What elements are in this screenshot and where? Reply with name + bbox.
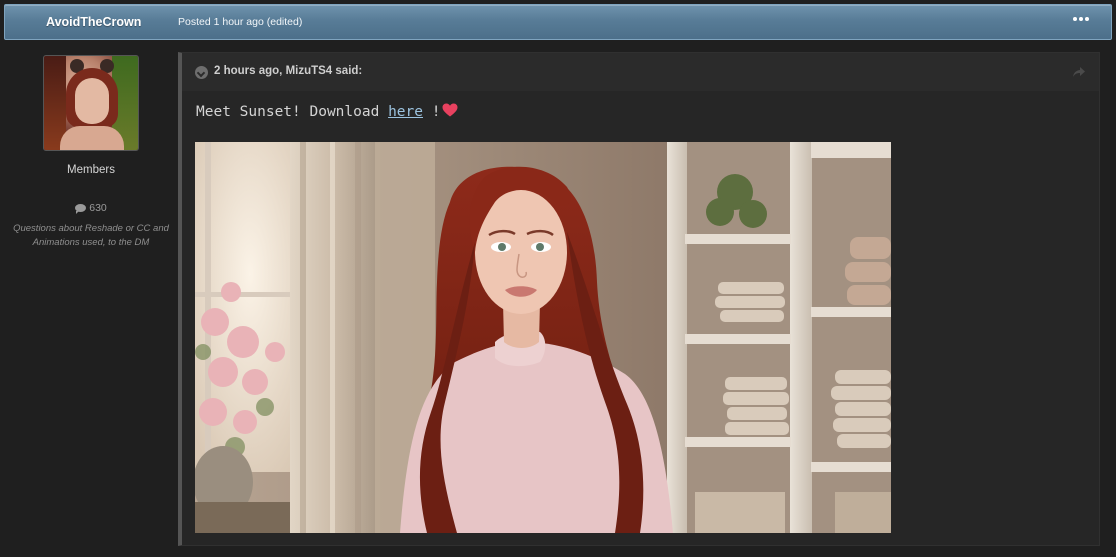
post-count: 630 [0,202,182,214]
chevron-circle-icon[interactable] [195,66,208,79]
member-group: Members [67,164,115,176]
quote-text-end: ! [422,104,441,120]
post-header: AvoidTheCrown Posted 1 hour ago (edited) [4,4,1112,40]
quote-text: Meet Sunset! Download here ! [196,103,458,120]
ellipsis-icon[interactable] [1073,17,1089,21]
avatar[interactable] [43,55,139,151]
heart-icon [442,103,458,117]
author-signature: Questions about Reshade or CC and Animat… [13,223,169,248]
author-name-link[interactable]: AvoidTheCrown [46,15,141,29]
share-icon[interactable] [1073,67,1085,77]
post-image[interactable] [195,142,891,533]
quote-text-start: Meet Sunset! Download [196,104,389,120]
quote-header: 2 hours ago, MizuTS4 said: [182,53,1099,91]
author-panel: Members 630 Questions about Reshade or C… [0,40,182,557]
download-link[interactable]: here [388,104,423,120]
quote-block: 2 hours ago, MizuTS4 said: Meet Sunset! … [178,52,1100,546]
comment-icon [75,204,87,214]
post-count-value: 630 [89,202,107,214]
posted-time: Posted 1 hour ago (edited) [178,16,303,28]
quote-citation[interactable]: 2 hours ago, MizuTS4 said: [214,65,362,77]
